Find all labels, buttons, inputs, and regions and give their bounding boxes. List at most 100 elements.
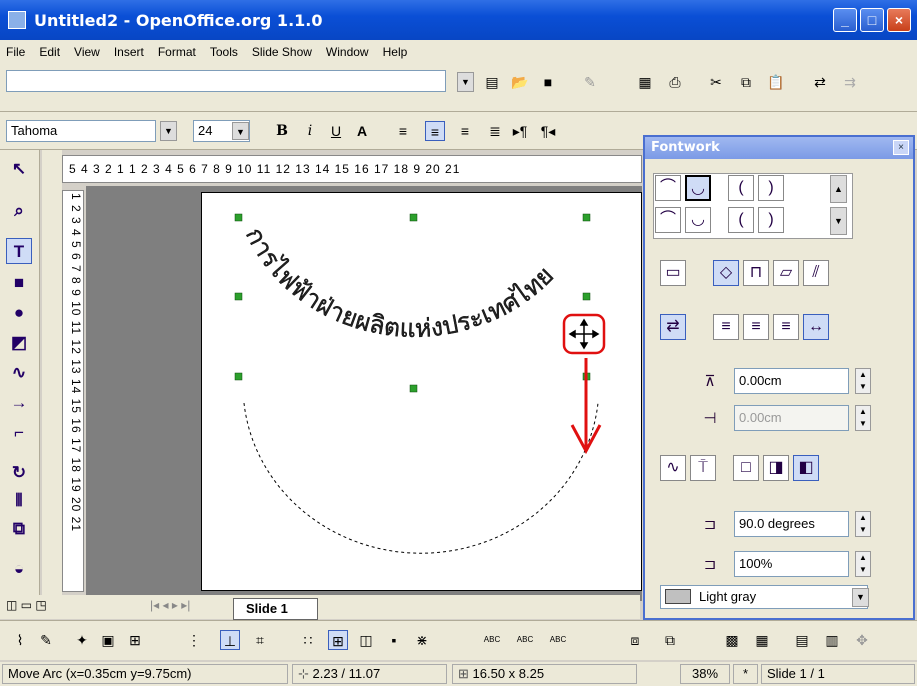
paste-icon[interactable]: 📋 [766, 72, 786, 92]
snap-border-icon[interactable]: ⊞ [328, 630, 348, 650]
edit-file-icon[interactable]: ▤ [482, 72, 502, 92]
text-fit-icon[interactable]: ABC [482, 630, 502, 650]
undo-icon[interactable]: ⇄ [810, 72, 830, 92]
selection-handle[interactable] [582, 213, 591, 222]
tab-slide-1[interactable]: Slide 1 [233, 598, 318, 620]
arc-lower-icon[interactable]: ◡ [685, 175, 711, 201]
indent-field[interactable]: 0.00cm [734, 405, 849, 431]
open-icon[interactable]: 📂 [510, 72, 530, 92]
menu-slide-show[interactable]: Slide Show [252, 45, 312, 59]
indent-spin-button[interactable]: ▲ ▼ [855, 405, 871, 431]
text-frame-icon[interactable]: ⍑ [690, 455, 716, 481]
align-objects-icon[interactable]: ⧈ [625, 630, 645, 650]
save-icon[interactable]: ■ [538, 72, 558, 92]
arc-upper-icon[interactable]: ⌒ [655, 175, 681, 201]
shadow-size-field[interactable]: 100% [734, 551, 849, 577]
selection-handle[interactable] [234, 213, 243, 222]
center-icon[interactable]: ≡ [743, 314, 769, 340]
curve-icon[interactable]: ∿ [6, 360, 32, 386]
slant-shadow-icon[interactable]: ◧ [793, 455, 819, 481]
selection-handle[interactable] [234, 292, 243, 301]
copy-icon[interactable]: ⧉ [736, 72, 756, 92]
redo-icon[interactable]: ⇉ [840, 72, 860, 92]
orientation-icon[interactable]: ⇄ [660, 314, 686, 340]
tab-navigation-arrows[interactable]: |◂ ◂ ▸ ▸| [150, 598, 190, 612]
cut-icon[interactable]: ✂ [706, 72, 726, 92]
image-icon[interactable]: ▩ [722, 630, 742, 650]
menu-window[interactable]: Window [326, 45, 369, 59]
zoom-icon[interactable]: ⌕ [6, 198, 32, 224]
text-frame-icon[interactable]: ABC [515, 630, 535, 650]
menu-edit[interactable]: Edit [39, 45, 60, 59]
font-size-dropdown[interactable]: ▼ [232, 122, 249, 140]
open-circle-lower-icon[interactable]: ◡ [685, 207, 711, 233]
navigator-icon[interactable]: ⊞ [125, 630, 145, 650]
helplines-icon[interactable]: ⌗ [250, 630, 270, 650]
url-input[interactable] [6, 70, 446, 92]
gallery-scroll-up[interactable]: ▲ [830, 175, 847, 203]
selection-handle[interactable] [582, 292, 591, 301]
font-color-button[interactable]: A [352, 121, 372, 141]
snap-objects-icon[interactable]: ⋇ [412, 630, 432, 650]
menu-insert[interactable]: Insert [114, 45, 144, 59]
italic-button[interactable]: i [300, 121, 320, 141]
select-arrow-icon[interactable]: ↖ [6, 156, 32, 182]
pen-icon[interactable]: ✎ [36, 630, 56, 650]
status-zoom[interactable]: 38% [680, 664, 730, 684]
slant-horizontal-icon[interactable]: ▱ [773, 260, 799, 286]
slide-canvas[interactable]: การไฟฟ้าฝ่ายผลิตแห่งประเทศไทย [201, 192, 642, 591]
ellipse-icon[interactable]: ● [6, 300, 32, 326]
menu-help[interactable]: Help [383, 45, 408, 59]
fontwork-tool-icon[interactable]: ⌇ [10, 630, 30, 650]
open-circle-left-icon[interactable]: ( [728, 207, 754, 233]
align-center-button[interactable]: ≡ [425, 121, 445, 141]
edit-mode-icon[interactable]: ✎ [580, 72, 600, 92]
distribute-icon[interactable]: ⧉ [660, 630, 680, 650]
arc-right-icon[interactable]: ) [758, 175, 784, 201]
fontwork-close-icon[interactable]: × [893, 140, 909, 155]
alignment-icon[interactable]: ⫴ [6, 488, 32, 514]
print-icon[interactable]: ⎙ [665, 72, 685, 92]
menu-format[interactable]: Format [158, 45, 196, 59]
underline-button[interactable]: U [326, 121, 346, 141]
contour-icon[interactable]: ∿ [660, 455, 686, 481]
maximize-button[interactable]: □ [860, 8, 884, 32]
slant-vertical-icon[interactable]: ⫽ [803, 260, 829, 286]
font-name-dropdown[interactable]: ▼ [160, 121, 177, 141]
no-shadow-icon[interactable]: □ [733, 455, 759, 481]
open-circle-upper-icon[interactable]: ⌒ [655, 207, 681, 233]
open-circle-right-icon[interactable]: ) [758, 207, 784, 233]
text-tool-icon[interactable]: T [6, 238, 32, 264]
snap-lines-icon[interactable]: ⊥ [220, 630, 240, 650]
selection-handle[interactable] [409, 213, 418, 222]
text-wrap-icon[interactable]: ABC [548, 630, 568, 650]
vertical-ruler[interactable]: 1 2 3 4 5 6 7 8 9 10 11 12 13 14 15 16 1… [62, 190, 84, 592]
bold-button[interactable]: B [272, 121, 292, 141]
shadow-angle-field[interactable]: 90.0 degrees [734, 511, 849, 537]
align-left-icon[interactable]: ≡ [713, 314, 739, 340]
selection-handle[interactable] [234, 372, 243, 381]
arrange-icon[interactable]: ⧉ [6, 516, 32, 542]
align-left-button[interactable]: ≡ [393, 121, 413, 141]
align-right-icon[interactable]: ≡ [773, 314, 799, 340]
color-dropdown[interactable]: ▼ [852, 588, 869, 607]
distance-field[interactable]: 0.00cm [734, 368, 849, 394]
gallery-icon[interactable]: ▣ [98, 630, 118, 650]
url-dropdown-button[interactable]: ▼ [457, 72, 474, 92]
effects-icon[interactable]: ✦ [72, 630, 92, 650]
hatch-icon[interactable]: ▤ [792, 630, 812, 650]
angle-spin-button[interactable]: ▲ ▼ [855, 511, 871, 537]
rectangle-icon[interactable]: ■ [6, 270, 32, 296]
align-right-button[interactable]: ≡ [455, 121, 475, 141]
close-button[interactable]: × [887, 8, 911, 32]
pattern-icon[interactable]: ▦ [752, 630, 772, 650]
distance-spin-button[interactable]: ▲ ▼ [855, 368, 871, 394]
menu-view[interactable]: View [74, 45, 100, 59]
shadow-color-select[interactable]: Light gray [660, 585, 868, 609]
upright-icon[interactable]: ⊓ [743, 260, 769, 286]
text-direction-ltr-button[interactable]: ▸¶ [510, 121, 530, 141]
view-mode-icons[interactable]: ◫ ▭ ◳ [6, 598, 47, 612]
gallery-scroll-down[interactable]: ▼ [830, 207, 847, 235]
bitmap-icon[interactable]: ▥ [822, 630, 842, 650]
line-arrow-icon[interactable]: → [6, 390, 32, 416]
